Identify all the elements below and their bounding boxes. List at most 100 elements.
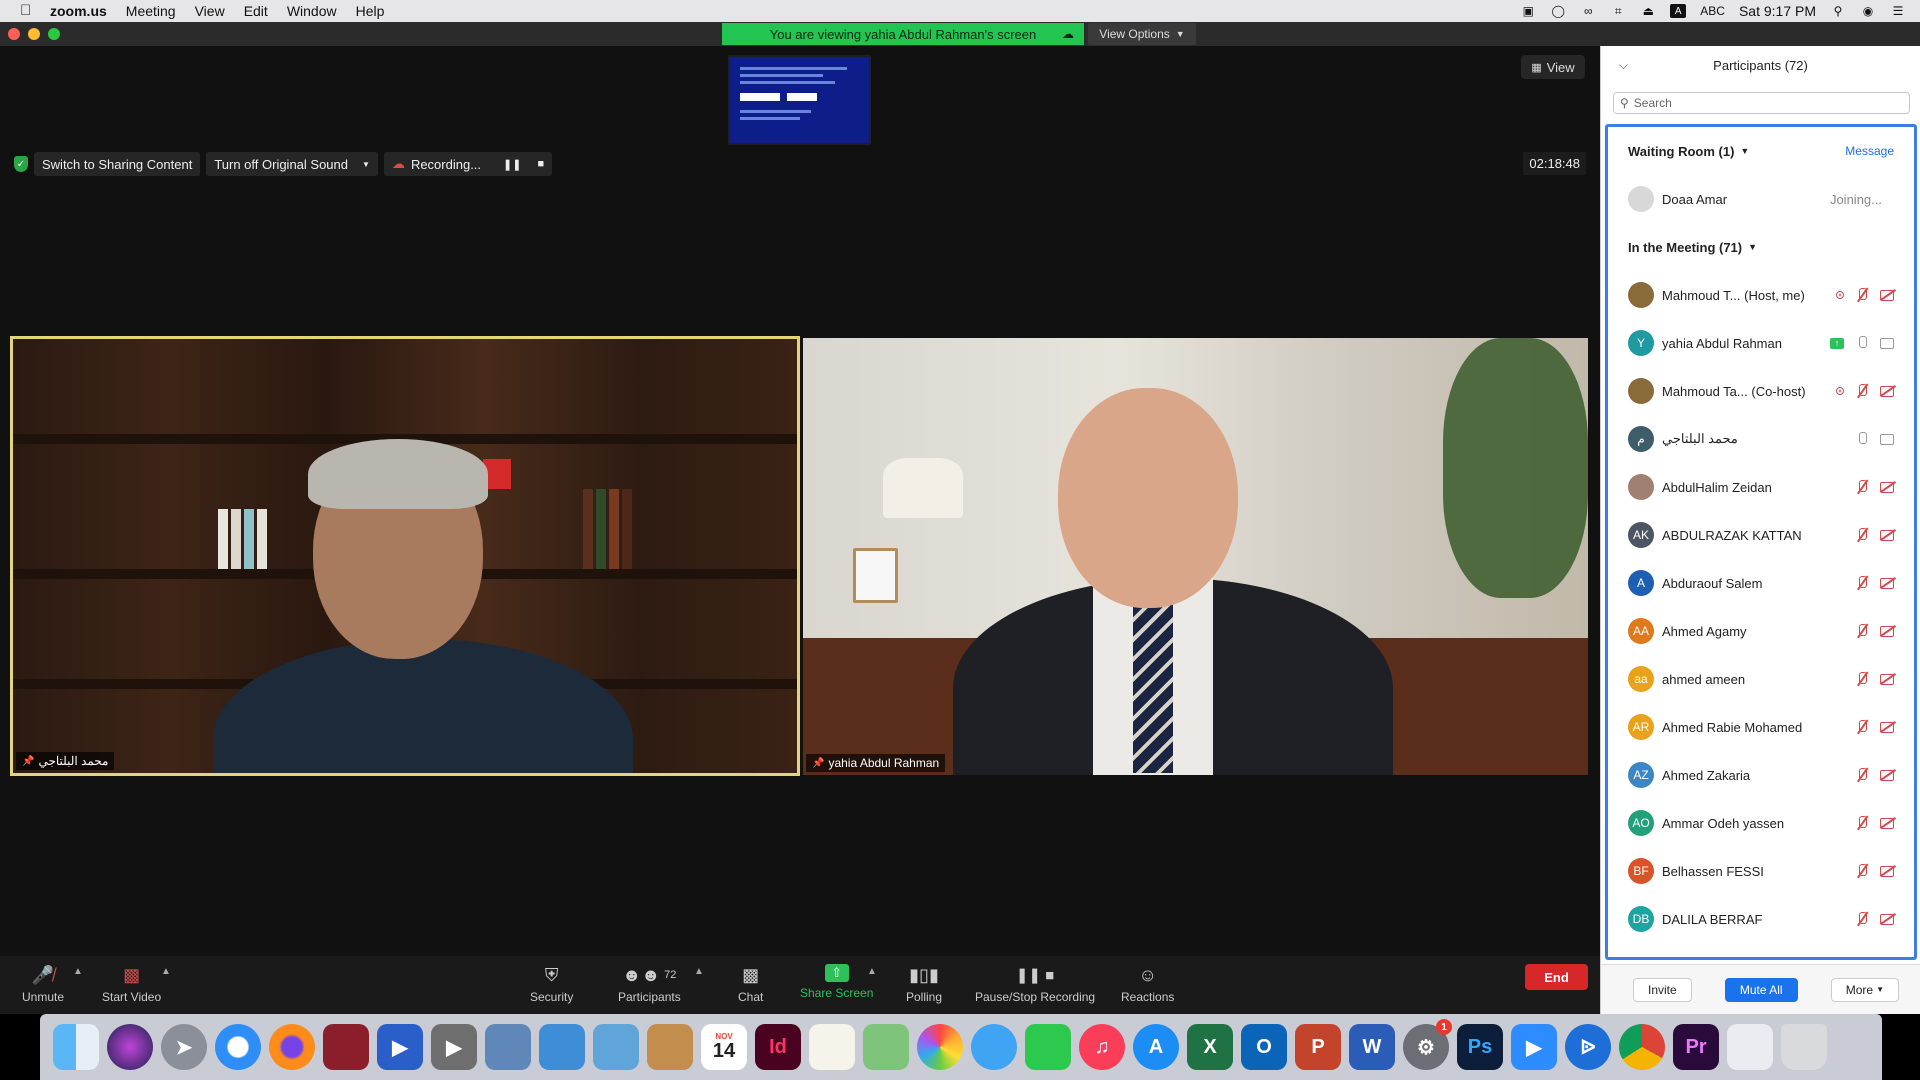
video-player-icon[interactable]: ▶ <box>431 1024 477 1070</box>
camera-off-icon[interactable] <box>1880 768 1896 782</box>
pause-stop-recording-button[interactable]: ❚❚ ■ Pause/Stop Recording <box>975 964 1095 1004</box>
photoshop-icon[interactable]: Ps <box>1457 1024 1503 1070</box>
creative-cloud-icon[interactable]: ∞ <box>1580 4 1596 18</box>
zoom-icon[interactable]: ▶ <box>1511 1024 1557 1070</box>
wifi-icon[interactable]: ⌗ <box>1610 4 1626 18</box>
mic-icon[interactable] <box>1854 432 1870 446</box>
chevron-down-icon[interactable]: ▼ <box>362 160 370 169</box>
mic-muted-icon[interactable] <box>1854 864 1870 878</box>
spotlight-icon[interactable]: ⚲ <box>1830 4 1846 18</box>
menu-edit[interactable]: Edit <box>244 3 268 19</box>
camera-icon[interactable] <box>1880 432 1896 446</box>
message-waiting-link[interactable]: Message <box>1845 144 1894 158</box>
participant-row[interactable]: Mahmoud T... (Host, me) <box>1608 271 1914 319</box>
mic-muted-icon[interactable] <box>1854 528 1870 542</box>
app-bird-icon[interactable] <box>539 1024 585 1070</box>
participants-button[interactable]: ☻☻ 72 Participants <box>618 964 681 1005</box>
share-screen-button[interactable]: ⇧ Share Screen <box>800 964 873 1000</box>
participant-row[interactable]: AbdulHalim Zeidan <box>1608 463 1914 511</box>
participant-row[interactable]: Yyahia Abdul Rahman ↑ <box>1608 319 1914 367</box>
apple-menu-icon[interactable]:  <box>20 3 36 19</box>
participant-row[interactable]: م محمد البلتاجي <box>1608 415 1914 463</box>
clock[interactable]: Sat 9:17 PM <box>1739 3 1816 19</box>
mic-muted-icon[interactable] <box>1854 768 1870 782</box>
word-icon[interactable]: W <box>1349 1024 1395 1070</box>
camera-off-icon[interactable] <box>1880 816 1896 830</box>
music-icon[interactable]: ♫ <box>1079 1024 1125 1070</box>
camera-off-icon[interactable] <box>1880 384 1896 398</box>
polling-button[interactable]: ▮▯▮ Polling <box>906 964 942 1005</box>
more-button[interactable]: More ▼ <box>1830 977 1899 1002</box>
app-red-icon[interactable] <box>323 1024 369 1070</box>
end-meeting-button[interactable]: End <box>1525 964 1588 990</box>
video-options-chevron-icon[interactable]: ▲ <box>161 966 171 977</box>
firefox-icon[interactable] <box>269 1024 315 1070</box>
input-a-icon[interactable]: A <box>1670 4 1687 18</box>
facetime-icon[interactable] <box>1025 1024 1071 1070</box>
waiting-room-header[interactable]: Waiting Room (1) ▼ Message <box>1608 127 1914 175</box>
close-window-button[interactable] <box>8 28 20 40</box>
mic-muted-icon[interactable] <box>1854 384 1870 398</box>
shared-screen-thumbnail[interactable] <box>728 55 871 145</box>
control-center-icon[interactable]: ☰ <box>1890 4 1906 18</box>
waiting-participant-row[interactable]: Doaa Amar Joining... <box>1608 175 1914 223</box>
indesign-icon[interactable]: Id <box>755 1024 801 1070</box>
bluetooth-icon[interactable]: ᐉ <box>1565 1024 1611 1070</box>
notebook-icon[interactable] <box>647 1024 693 1070</box>
camera-off-icon[interactable] <box>1880 720 1896 734</box>
minimize-window-button[interactable] <box>28 28 40 40</box>
view-layout-button[interactable]: ▦ View <box>1521 55 1585 79</box>
stop-icon[interactable]: ■ <box>537 158 544 170</box>
participant-row[interactable]: AO Ammar Odeh yassen <box>1608 799 1914 847</box>
safari-icon[interactable] <box>215 1024 261 1070</box>
view-options-button[interactable]: View Options ▼ <box>1088 23 1196 45</box>
maps-icon[interactable] <box>863 1024 909 1070</box>
powerpoint-icon[interactable]: P <box>1295 1024 1341 1070</box>
participant-row[interactable]: AZ Ahmed Zakaria <box>1608 751 1914 799</box>
mic-muted-icon[interactable] <box>1854 912 1870 926</box>
participant-row[interactable]: BF Belhassen FESSI <box>1608 847 1914 895</box>
mic-muted-icon[interactable] <box>1854 672 1870 686</box>
camera-icon[interactable] <box>1880 336 1896 350</box>
siri-icon[interactable]: ◉ <box>1860 4 1876 18</box>
camera-off-icon[interactable] <box>1880 576 1896 590</box>
mic-icon[interactable] <box>1854 336 1870 350</box>
camera-off-icon[interactable] <box>1880 864 1896 878</box>
camera-off-icon[interactable] <box>1880 624 1896 638</box>
downloads-stack-icon[interactable] <box>1727 1024 1773 1070</box>
participant-row[interactable]: AR Ahmed Rabie Mohamed <box>1608 703 1914 751</box>
menu-help[interactable]: Help <box>356 3 385 19</box>
calendar-icon[interactable]: NOV 14 <box>701 1024 747 1070</box>
menu-view[interactable]: View <box>195 3 225 19</box>
menu-meeting[interactable]: Meeting <box>126 3 176 19</box>
mic-muted-icon[interactable] <box>1854 480 1870 494</box>
mic-muted-icon[interactable] <box>1854 576 1870 590</box>
preview-icon[interactable] <box>593 1024 639 1070</box>
siri-icon[interactable] <box>107 1024 153 1070</box>
outlook-icon[interactable]: O <box>1241 1024 1287 1070</box>
participant-row[interactable]: A Abduraouf Salem <box>1608 559 1914 607</box>
app-menu[interactable]: zoom.us <box>50 3 107 19</box>
app-store-icon[interactable]: A <box>1133 1024 1179 1070</box>
system-preferences-icon[interactable]: ⚙ 1 <box>1403 1019 1452 1070</box>
chat-button[interactable]: ▩ Chat <box>738 964 763 1005</box>
zoom-status-icon[interactable]: ▣ <box>1520 4 1536 18</box>
participant-row[interactable]: AA Ahmed Agamy <box>1608 607 1914 655</box>
chrome-icon[interactable] <box>1619 1024 1665 1070</box>
participant-row[interactable]: DB DALILA BERRAF <box>1608 895 1914 943</box>
switch-sharing-button[interactable]: Switch to Sharing Content <box>34 152 201 176</box>
camera-off-icon[interactable] <box>1880 528 1896 542</box>
participant-row[interactable]: Mahmoud Ta... (Co-host) <box>1608 367 1914 415</box>
collapse-chevron-icon[interactable]: ⌵ <box>1619 58 1628 73</box>
start-video-button[interactable]: ▩ Start Video <box>102 964 161 1005</box>
premiere-icon[interactable]: Pr <box>1673 1024 1719 1070</box>
pause-icon[interactable]: ❚❚ <box>503 158 521 171</box>
excel-icon[interactable]: X <box>1187 1024 1233 1070</box>
notes-icon[interactable] <box>809 1024 855 1070</box>
mic-muted-icon[interactable] <box>1854 624 1870 638</box>
trash-icon[interactable] <box>1781 1024 1827 1070</box>
audio-options-chevron-icon[interactable]: ▲ <box>73 966 83 977</box>
camera-off-icon[interactable] <box>1880 912 1896 926</box>
finder-icon[interactable] <box>53 1024 99 1070</box>
mic-muted-icon[interactable] <box>1854 288 1870 302</box>
